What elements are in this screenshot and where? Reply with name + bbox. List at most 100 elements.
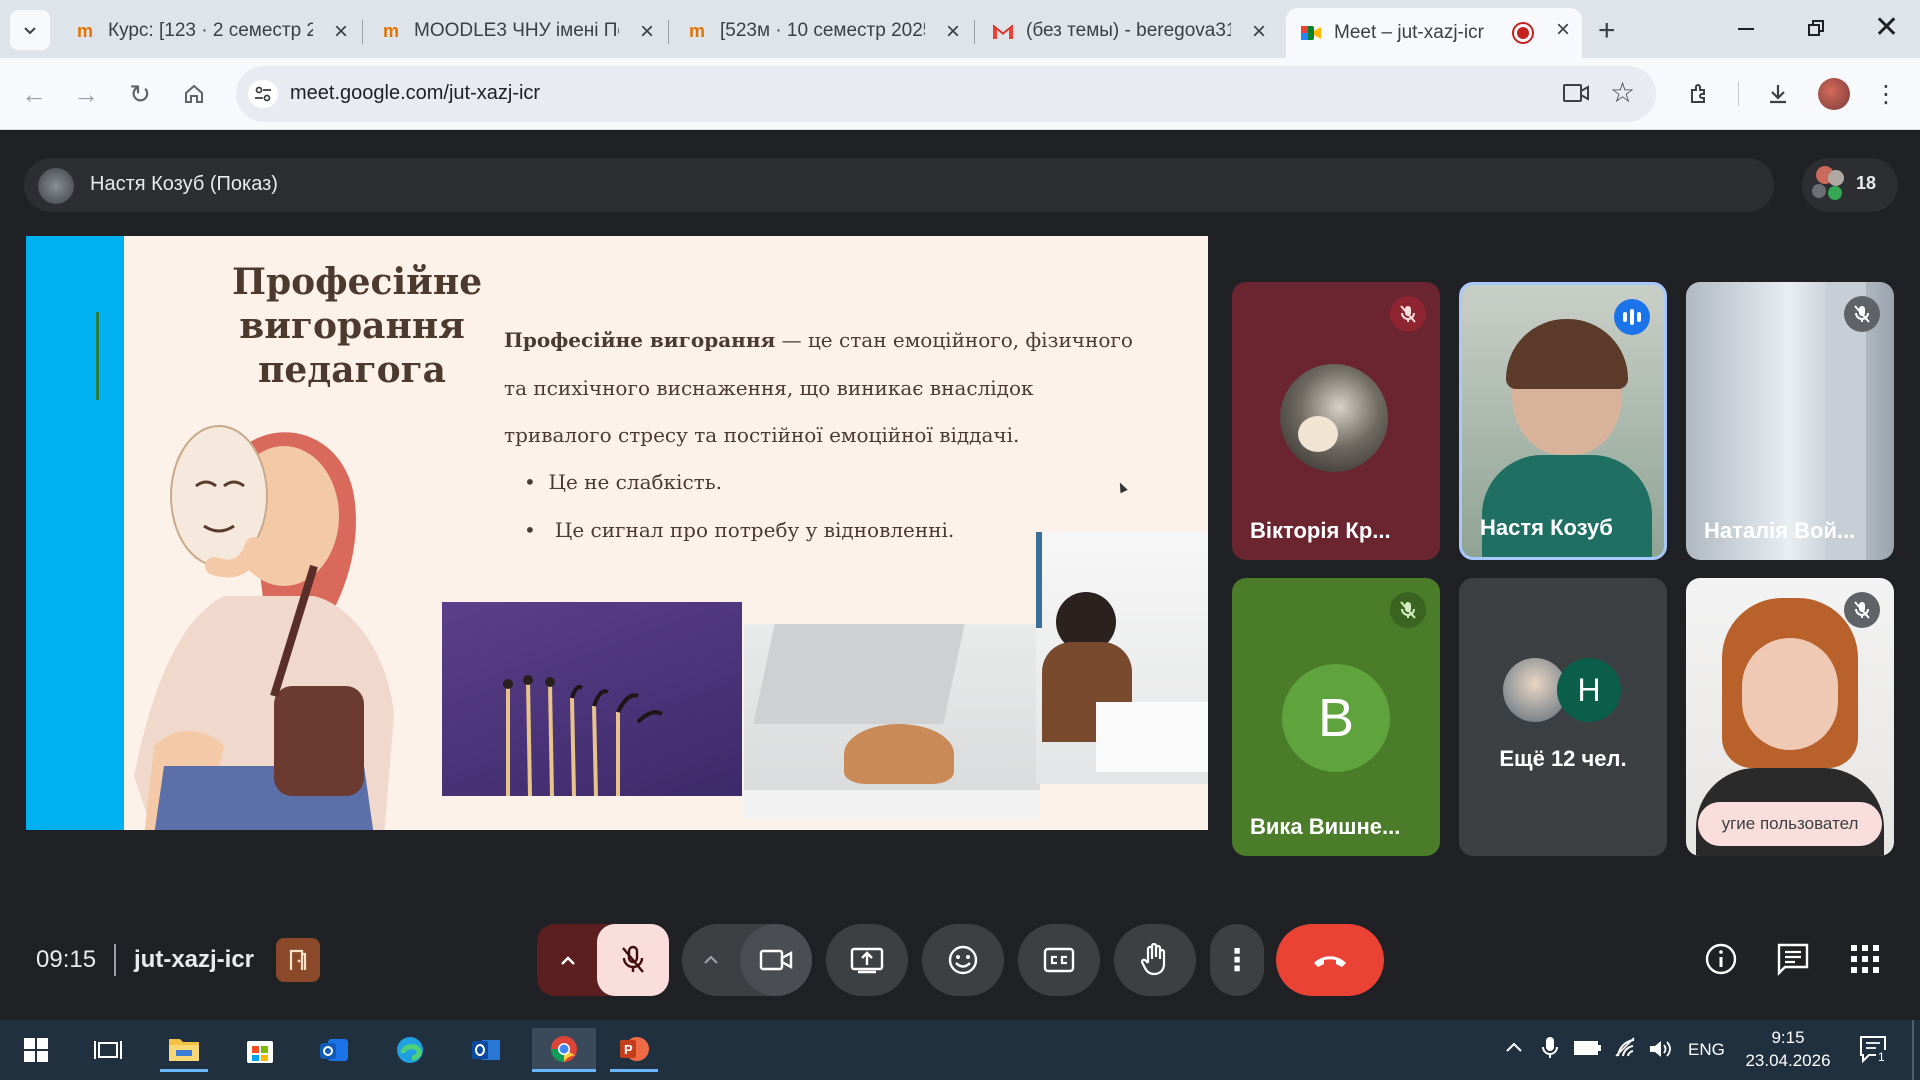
- moodle-icon: m: [76, 20, 93, 41]
- close-tab-icon[interactable]: ×: [334, 18, 348, 46]
- captions-icon: [1043, 947, 1075, 973]
- browser-tab[interactable]: m [523м · 10 семестр 2025/ ×: [672, 8, 972, 54]
- volume-icon[interactable]: [1648, 1038, 1672, 1065]
- reactions-button[interactable]: [922, 924, 1004, 996]
- presenter-label: Настя Козуб (Показ): [90, 173, 278, 195]
- browser-tab-active[interactable]: Meet – jut-xazj-icr ×: [1286, 8, 1582, 58]
- participant-name: Вікторія Кр...: [1250, 518, 1391, 543]
- home-icon[interactable]: [174, 74, 214, 114]
- raise-hand-button[interactable]: [1114, 924, 1196, 996]
- windows-taskbar: P ENG 9:15 23.04.2026 1: [0, 1020, 1920, 1080]
- mic-off-icon: [622, 945, 644, 973]
- tab-search-button[interactable]: [10, 10, 50, 50]
- audio-options-button[interactable]: [537, 924, 599, 996]
- input-language[interactable]: ENG: [1688, 1040, 1725, 1060]
- browser-tab[interactable]: m Курс: [123 · 2 семестр 20 ×: [60, 8, 360, 54]
- other-users-popup[interactable]: угие пользовател: [1698, 802, 1882, 846]
- emoji-icon: [948, 945, 978, 975]
- close-tab-icon[interactable]: ×: [1252, 18, 1266, 46]
- present-screen-button[interactable]: [826, 924, 908, 996]
- participant-tile[interactable]: Вікторія Кр...: [1232, 282, 1440, 560]
- others-tile[interactable]: Н Ещё 12 чел.: [1459, 578, 1667, 856]
- back-icon[interactable]: ←: [14, 74, 54, 114]
- end-call-icon: [1314, 956, 1346, 967]
- participant-avatar: [1280, 364, 1388, 472]
- meeting-details-icon[interactable]: [1704, 942, 1738, 981]
- participant-tile[interactable]: Наталія Вой...: [1686, 282, 1894, 560]
- browser-tab[interactable]: m MOODLE3 ЧНУ імені Пе ×: [366, 8, 666, 54]
- minimize-window-icon[interactable]: [1738, 28, 1754, 30]
- site-settings-icon[interactable]: [248, 80, 278, 108]
- slide-definition-line-1: Професійне вигорання — це стан емоційног…: [504, 328, 1133, 352]
- host-controls-icon[interactable]: [276, 938, 320, 982]
- outlook-icon[interactable]: [462, 1028, 510, 1072]
- mic-off-icon: [1844, 296, 1880, 332]
- close-window-icon[interactable]: ✕: [1874, 10, 1899, 45]
- wifi-icon[interactable]: [1614, 1036, 1638, 1063]
- present-screen-icon: [850, 947, 884, 974]
- participant-tile-speaking[interactable]: Настя Козуб: [1459, 282, 1667, 560]
- reload-icon[interactable]: ↻: [120, 74, 160, 114]
- stressed-woman-photo: [1036, 532, 1208, 784]
- windows-start-icon[interactable]: [12, 1028, 60, 1072]
- tired-person-desk-photo: [744, 624, 1040, 818]
- notification-center-icon[interactable]: 1: [1858, 1034, 1888, 1064]
- show-hidden-icons-chevron[interactable]: [1504, 1040, 1524, 1059]
- captions-button[interactable]: [1018, 924, 1100, 996]
- microsoft-store-icon[interactable]: [236, 1028, 284, 1072]
- video-options-button[interactable]: [682, 924, 740, 996]
- microphone-tray-icon[interactable]: [1542, 1036, 1558, 1065]
- download-icon[interactable]: [1758, 74, 1798, 114]
- moodle-icon: m: [382, 20, 399, 41]
- moodle-icon: m: [688, 20, 705, 41]
- slide-bullet: • Це сигнал про потребу у відновленні.: [524, 518, 955, 542]
- chevron-down-icon: [24, 27, 36, 35]
- slide-bullet: • Це не слабкість.: [524, 470, 722, 494]
- participant-tile[interactable]: угие пользовател: [1686, 578, 1894, 856]
- chevron-up-icon: [561, 956, 575, 965]
- new-tab-button[interactable]: +: [1598, 14, 1616, 48]
- task-view-icon[interactable]: [84, 1028, 132, 1072]
- system-clock[interactable]: 9:15 23.04.2026: [1734, 1026, 1842, 1072]
- edge-icon[interactable]: [386, 1028, 434, 1072]
- more-options-button[interactable]: ⋮: [1210, 924, 1264, 996]
- battery-icon[interactable]: [1574, 1040, 1602, 1061]
- close-tab-icon[interactable]: ×: [946, 18, 960, 46]
- mic-off-icon: [1844, 592, 1880, 628]
- microphone-toggle-button[interactable]: [597, 924, 669, 996]
- participants-button[interactable]: 18: [1802, 158, 1898, 212]
- bookmark-star-icon[interactable]: ☆: [1610, 76, 1635, 109]
- profile-avatar[interactable]: [1818, 78, 1850, 110]
- leave-call-button[interactable]: [1276, 924, 1384, 996]
- extensions-icon[interactable]: [1680, 74, 1720, 114]
- close-tab-icon[interactable]: ×: [1556, 16, 1570, 44]
- others-count-label: Ещё 12 чел.: [1499, 746, 1627, 771]
- meeting-code: jut-xazj-icr: [134, 946, 255, 973]
- meeting-controls-bar: 09:15 jut-xazj-icr ⋮: [0, 900, 1920, 1018]
- participant-initial-avatar: В: [1282, 664, 1390, 772]
- browser-menu-icon[interactable]: ⋮: [1866, 74, 1906, 114]
- recording-icon: [1512, 22, 1534, 44]
- woman-with-mask-illustration: [134, 425, 394, 830]
- camera-icon[interactable]: [1562, 82, 1590, 109]
- camera-group: [682, 924, 812, 996]
- participant-tile[interactable]: В Вика Вишне...: [1232, 578, 1440, 856]
- presenter-bar[interactable]: Настя Козуб (Показ): [24, 158, 1774, 212]
- meet-icon: [1300, 22, 1322, 44]
- hand-icon: [1140, 943, 1166, 976]
- outlook-new-icon[interactable]: [310, 1028, 358, 1072]
- powerpoint-icon[interactable]: P: [610, 1028, 658, 1072]
- forward-icon[interactable]: →: [66, 74, 106, 114]
- restore-window-icon[interactable]: [1808, 20, 1824, 36]
- close-tab-icon[interactable]: ×: [640, 18, 654, 46]
- show-desktop-button[interactable]: [1912, 1020, 1914, 1080]
- notification-count: 1: [1876, 1050, 1887, 1064]
- browser-tab[interactable]: (без темы) - beregova31 ×: [978, 8, 1278, 54]
- address-bar[interactable]: meet.google.com/jut-xazj-icr ☆: [236, 66, 1656, 122]
- file-explorer-icon[interactable]: [160, 1028, 208, 1072]
- activities-icon[interactable]: [1850, 944, 1880, 979]
- chrome-icon[interactable]: [532, 1028, 596, 1072]
- camera-toggle-button[interactable]: [740, 924, 812, 996]
- chat-icon[interactable]: [1776, 942, 1810, 981]
- participant-initial-avatar: Н: [1557, 658, 1621, 722]
